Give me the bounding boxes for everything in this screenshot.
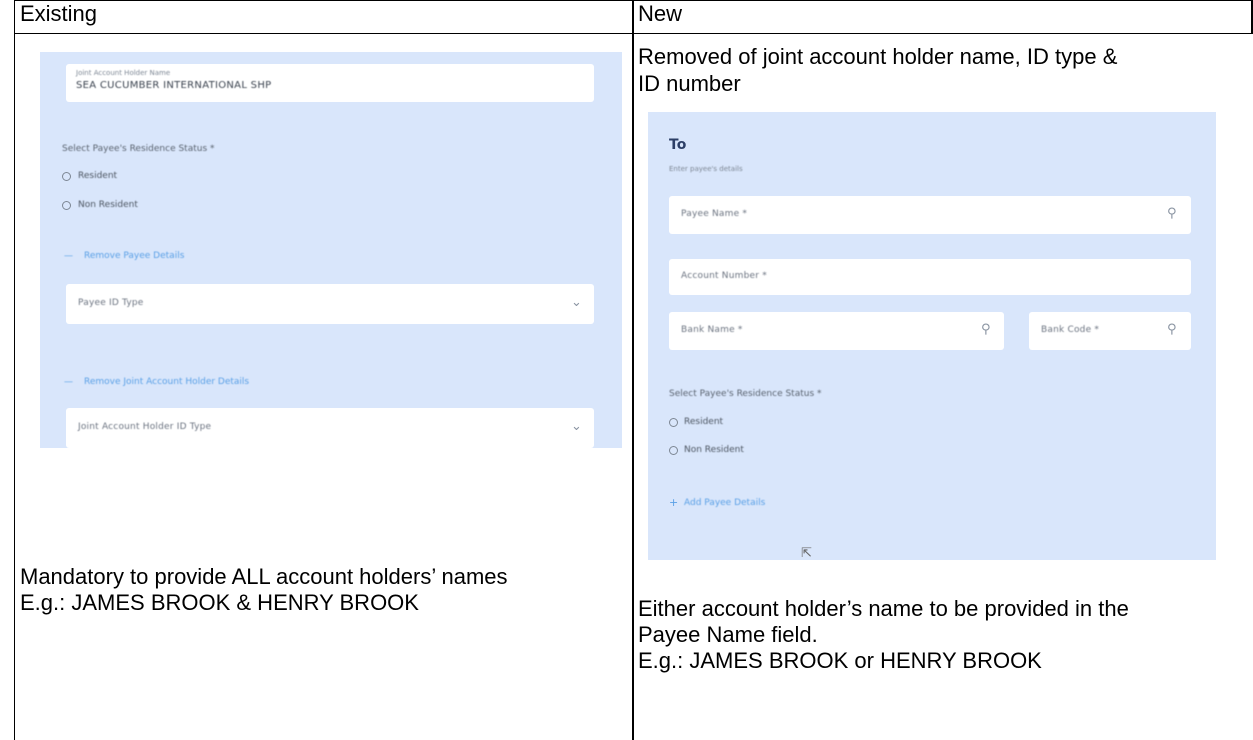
search-icon: ⚲ <box>1167 206 1177 221</box>
search-icon: ⚲ <box>981 322 991 337</box>
joint-id-type-label: Joint Account Holder ID Type <box>78 422 212 432</box>
new-radio-nonresident-label: Non Resident <box>684 445 744 455</box>
table-left-border <box>14 0 15 740</box>
new-radio-resident-label: Resident <box>684 417 724 427</box>
to-subtitle: Enter payee's details <box>669 165 743 173</box>
existing-radio-resident <box>62 172 71 181</box>
search-icon: ⚲ <box>1167 322 1177 337</box>
existing-form-screenshot: Joint Account Holder Name SEA CUCUMBER I… <box>40 52 622 448</box>
new-residence-label: Select Payee's Residence Status * <box>669 389 822 399</box>
new-caption-bottom-line3: E.g.: JAMES BROOK or HENRY BROOK <box>638 648 1042 673</box>
new-caption-top-line1: Removed of joint account holder name, ID… <box>638 44 1118 69</box>
remove-payee-link: Remove Payee Details <box>84 251 185 261</box>
to-title: To <box>669 137 687 153</box>
bank-code-field: Bank Code * ⚲ <box>1029 312 1191 350</box>
table-header-top-line <box>14 0 1253 1</box>
table-header-bottom-line <box>14 33 1253 34</box>
joint-name-field: Joint Account Holder Name SEA CUCUMBER I… <box>66 64 594 102</box>
chevron-down-icon: ⌄ <box>571 419 582 434</box>
new-radio-nonresident <box>669 446 678 455</box>
payee-id-type-label: Payee ID Type <box>78 298 144 308</box>
existing-caption-line1: Mandatory to provide ALL account holders… <box>20 564 508 589</box>
chevron-down-icon: ⌄ <box>571 295 582 310</box>
mouse-cursor-icon: ⇱ <box>801 546 812 560</box>
joint-id-type-select: Joint Account Holder ID Type ⌄ <box>66 408 594 448</box>
existing-residence-label: Select Payee's Residence Status * <box>62 144 215 154</box>
add-payee-plus-icon: + <box>669 496 679 509</box>
joint-name-label: Joint Account Holder Name <box>76 69 171 77</box>
new-caption-top-line2: ID number <box>638 71 741 96</box>
header-existing: Existing <box>20 1 98 26</box>
new-caption-bottom-line1: Either account holder’s name to be provi… <box>638 596 1129 621</box>
comparison-table: Existing New Removed of joint account ho… <box>14 0 1253 740</box>
existing-radio-nonresident <box>62 201 71 210</box>
remove-joint-minus-icon: — <box>64 377 73 387</box>
header-new: New <box>638 1 683 26</box>
bank-code-placeholder: Bank Code * <box>1041 325 1100 335</box>
joint-name-value: SEA CUCUMBER INTERNATIONAL SHP <box>76 80 272 91</box>
new-form-screenshot: To Enter payee's details Payee Name * ⚲ … <box>648 112 1216 560</box>
payee-id-type-select: Payee ID Type ⌄ <box>66 284 594 324</box>
remove-joint-link: Remove Joint Account Holder Details <box>84 377 250 387</box>
bank-name-placeholder: Bank Name * <box>681 325 743 335</box>
add-payee-link: Add Payee Details <box>684 498 766 508</box>
new-caption-bottom-line2: Payee Name field. <box>638 622 818 647</box>
remove-payee-minus-icon: — <box>64 251 73 261</box>
account-number-placeholder: Account Number * <box>681 271 767 281</box>
payee-name-field: Payee Name * ⚲ <box>669 196 1191 234</box>
table-column-divider <box>632 0 634 740</box>
payee-name-placeholder: Payee Name * <box>681 209 748 219</box>
existing-caption-line2: E.g.: JAMES BROOK & HENRY BROOK <box>20 590 419 615</box>
new-radio-resident <box>669 418 678 427</box>
account-number-field: Account Number * <box>669 259 1191 295</box>
existing-radio-nonresident-label: Non Resident <box>78 200 138 210</box>
existing-radio-resident-label: Resident <box>78 171 118 181</box>
bank-name-field: Bank Name * ⚲ <box>669 312 1004 350</box>
